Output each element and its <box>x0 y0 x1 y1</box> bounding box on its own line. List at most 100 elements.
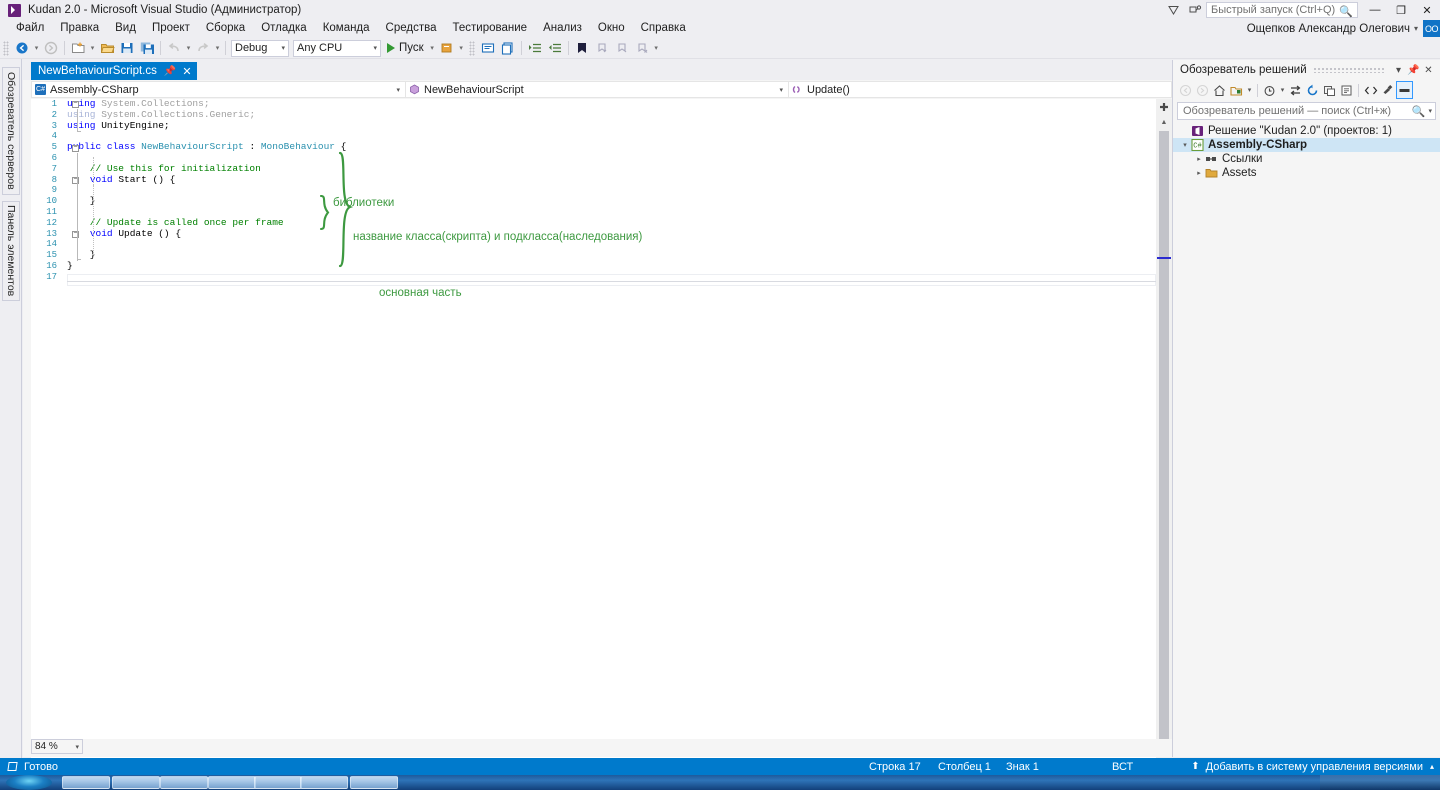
refresh-icon[interactable] <box>1304 81 1321 99</box>
code-line[interactable]: // Use this for initialization <box>67 163 1172 175</box>
menu-item-edit[interactable]: Правка <box>52 20 107 37</box>
properties-icon[interactable] <box>1338 81 1355 99</box>
close-button[interactable]: ✕ <box>1414 0 1440 20</box>
minimize-button[interactable]: — <box>1362 0 1388 20</box>
bookmark-icon[interactable] <box>572 39 592 58</box>
menu-item-project[interactable]: Проект <box>144 20 198 37</box>
back-icon[interactable] <box>1177 81 1194 99</box>
tree-item-assembly-csharp[interactable]: ▾ C# Assembly-CSharp <box>1173 138 1440 152</box>
code-line[interactable]: } <box>67 260 1172 272</box>
redo-chevron-icon[interactable]: ▾ <box>213 39 222 58</box>
sidebar-tab-server-explorer[interactable]: Обозреватель серверов <box>2 67 20 195</box>
navigate-forward-icon[interactable] <box>41 39 61 58</box>
solution-platform-combo[interactable]: Any CPU ▾ <box>293 39 381 57</box>
pending-changes-chevron-icon[interactable]: ▾ <box>1245 81 1254 99</box>
tree-expander-expanded[interactable]: ▾ <box>1179 141 1191 149</box>
close-icon[interactable]: ✕ <box>182 65 191 78</box>
menu-item-help[interactable]: Справка <box>633 20 694 37</box>
document-tab-newbehaviourscript[interactable]: NewBehaviourScript.cs 📌 ✕ <box>31 62 197 80</box>
increase-indent-icon[interactable] <box>525 39 545 58</box>
sync-with-active-document-icon[interactable] <box>1261 81 1278 99</box>
fold-toggle-line-5[interactable]: − <box>72 144 79 152</box>
taskbar-item-5[interactable] <box>254 776 302 789</box>
type-combo[interactable]: NewBehaviourScript ▾ <box>406 81 789 98</box>
start-debug-button[interactable]: Пуск <box>383 39 428 58</box>
code-line[interactable]: using System.Collections.Generic; <box>67 109 1172 121</box>
code-line[interactable]: } <box>67 195 1172 207</box>
menu-item-view[interactable]: Вид <box>107 20 144 37</box>
navigate-backward-chevron-icon[interactable]: ▾ <box>32 39 41 58</box>
menu-item-team[interactable]: Команда <box>315 20 378 37</box>
code-line[interactable]: void Start () { <box>67 174 1172 186</box>
menu-item-build[interactable]: Сборка <box>198 20 253 37</box>
save-icon[interactable] <box>117 39 137 58</box>
solution-explorer-search-input[interactable]: Обозреватель решений — поиск (Ctrl+ж) 🔍 … <box>1177 102 1436 120</box>
navigate-backward-icon[interactable] <box>12 39 32 58</box>
menu-item-test[interactable]: Тестирование <box>445 20 536 37</box>
tree-expander-collapsed[interactable]: ▸ <box>1193 169 1205 177</box>
show-all-files-icon[interactable] <box>1321 81 1338 99</box>
taskbar-item-1[interactable] <box>62 776 110 789</box>
tree-item-solution[interactable]: Решение "Kudan 2.0" (проектов: 1) <box>1173 124 1440 138</box>
tree-expander-collapsed[interactable]: ▸ <box>1193 155 1205 163</box>
status-source-control[interactable]: ⬆ Добавить в систему управления версиями… <box>1191 761 1434 773</box>
taskbar-notification-area[interactable] <box>1320 775 1440 790</box>
redo-icon[interactable] <box>193 39 213 58</box>
scroll-split-icon[interactable] <box>1156 99 1172 114</box>
designer-view-icon[interactable] <box>1379 81 1396 99</box>
menu-item-analyze[interactable]: Анализ <box>535 20 590 37</box>
next-bookmark-icon[interactable] <box>612 39 632 58</box>
save-all-icon[interactable] <box>137 39 157 58</box>
taskbar-item-6[interactable] <box>300 776 348 789</box>
menu-item-window[interactable]: Окно <box>590 20 633 37</box>
notifications-icon[interactable] <box>1184 0 1206 20</box>
tree-item-assets[interactable]: ▸ Assets <box>1173 166 1440 180</box>
quick-launch-input[interactable]: Быстрый запуск (Ctrl+Q) 🔍 <box>1206 2 1358 18</box>
toolbar-overflow-icon[interactable]: ▾ <box>652 39 661 58</box>
taskbar-item-2[interactable] <box>112 776 160 789</box>
menu-item-file[interactable]: Файл <box>8 20 52 37</box>
search-icon[interactable]: 🔍 <box>1412 105 1426 118</box>
tree-item-references[interactable]: ▸ Ссылки <box>1173 152 1440 166</box>
code-line[interactable]: // Update is called once per frame <box>67 217 1172 229</box>
chevron-down-icon[interactable]: ▾ <box>1428 107 1432 115</box>
panel-drag-handle[interactable] <box>1312 67 1385 73</box>
decrease-indent-icon[interactable] <box>545 39 565 58</box>
taskbar-item-4[interactable] <box>208 776 256 789</box>
undo-icon[interactable] <box>164 39 184 58</box>
code-line[interactable]: using UnityEngine; <box>67 120 1172 132</box>
scroll-thumb[interactable] <box>1159 131 1169 741</box>
pin-icon[interactable]: 📌 <box>164 66 176 77</box>
taskbar-item-7[interactable] <box>350 776 398 789</box>
menu-item-debug[interactable]: Отладка <box>253 20 314 37</box>
restore-button[interactable]: ❐ <box>1388 0 1414 20</box>
menu-item-tools[interactable]: Средства <box>378 20 445 37</box>
sync-chevron-icon[interactable]: ▾ <box>1278 81 1287 99</box>
forward-icon[interactable] <box>1194 81 1211 99</box>
windows-start-orb-icon[interactable] <box>6 775 52 790</box>
code-line[interactable] <box>67 185 1172 196</box>
editor-vertical-scrollbar[interactable]: ▲ <box>1156 99 1172 790</box>
pin-icon[interactable]: 📌 <box>1406 61 1421 79</box>
feedback-smiley-icon[interactable] <box>1162 0 1184 20</box>
code-editor[interactable]: 1 2 3 4 5 6 7 8 9 10 11 12 13 14 15 16 17 using System.C… <box>31 99 1172 790</box>
code-line[interactable]: public class NewBehaviourScript : MonoBe… <box>67 141 1172 153</box>
fold-toggle-line-1[interactable]: − <box>72 100 79 108</box>
toolbar-grip[interactable] <box>3 40 9 56</box>
undo-chevron-icon[interactable]: ▾ <box>184 39 193 58</box>
uncomment-selection-icon[interactable] <box>498 39 518 58</box>
solution-configuration-combo[interactable]: Debug ▾ <box>231 39 289 57</box>
project-combo[interactable]: C# Assembly-CSharp ▾ <box>31 81 406 98</box>
clear-bookmarks-icon[interactable] <box>632 39 652 58</box>
taskbar-item-3[interactable] <box>160 776 208 789</box>
code-line[interactable]: } <box>67 249 1172 261</box>
code-view-icon[interactable] <box>1362 81 1379 99</box>
home-icon[interactable] <box>1211 81 1228 99</box>
pending-changes-icon[interactable] <box>1228 81 1245 99</box>
sidebar-tab-toolbox[interactable]: Панель элементов <box>2 201 20 301</box>
member-combo[interactable]: Update() <box>789 81 1172 98</box>
chevron-down-icon[interactable]: ▾ <box>1391 61 1406 79</box>
code-text[interactable]: using System.Collections; using System.Co… <box>67 99 1172 283</box>
preview-selected-items-icon[interactable] <box>1396 81 1413 99</box>
start-debug-chevron-icon[interactable]: ▾ <box>428 39 437 58</box>
